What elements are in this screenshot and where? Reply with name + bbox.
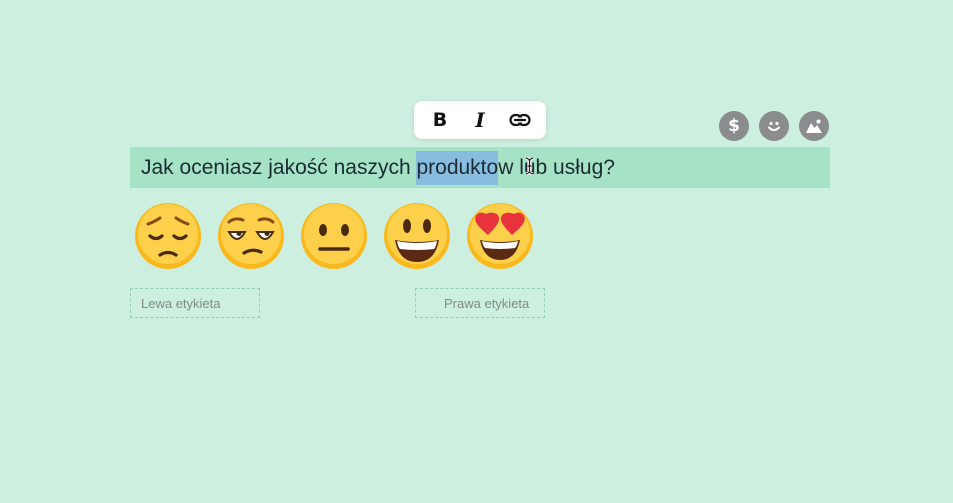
rating-option-3[interactable] xyxy=(300,202,368,270)
image-button[interactable] xyxy=(799,111,829,141)
emoji-rating-scale xyxy=(134,202,534,270)
image-icon xyxy=(806,119,822,133)
left-label-field[interactable]: Lewa etykieta xyxy=(130,288,260,318)
formatting-toolbar: B I xyxy=(414,101,546,139)
rating-option-4[interactable] xyxy=(383,202,451,270)
pensive-face-icon xyxy=(135,203,201,269)
bold-button[interactable]: B xyxy=(423,105,457,135)
link-button[interactable] xyxy=(503,105,537,135)
question-input[interactable]: Jak oceniasz jakość naszych produkto w lu… xyxy=(130,147,830,188)
rating-option-2[interactable] xyxy=(217,202,285,270)
text-cursor-icon xyxy=(525,157,534,175)
emoji-button[interactable] xyxy=(759,111,789,141)
neutral-face-icon xyxy=(301,203,367,269)
question-text-after: w lub usług? xyxy=(498,155,615,179)
smiley-icon xyxy=(768,121,780,131)
right-label-field[interactable]: Prawa etykieta xyxy=(415,288,545,318)
dollar-button[interactable]: $ xyxy=(719,111,749,141)
question-text-selection: produkto xyxy=(416,150,499,185)
question-tools: $ xyxy=(719,111,829,141)
rating-option-1[interactable] xyxy=(134,202,202,270)
unamused-face-icon xyxy=(218,203,284,269)
link-icon xyxy=(509,113,531,127)
dollar-icon: $ xyxy=(728,115,740,136)
italic-button[interactable]: I xyxy=(463,105,497,135)
grinning-face-icon xyxy=(384,203,450,269)
heart-eyes-face-icon xyxy=(467,203,533,269)
rating-option-5[interactable] xyxy=(466,202,534,270)
question-text-before: Jak oceniasz jakość naszych xyxy=(141,155,417,179)
